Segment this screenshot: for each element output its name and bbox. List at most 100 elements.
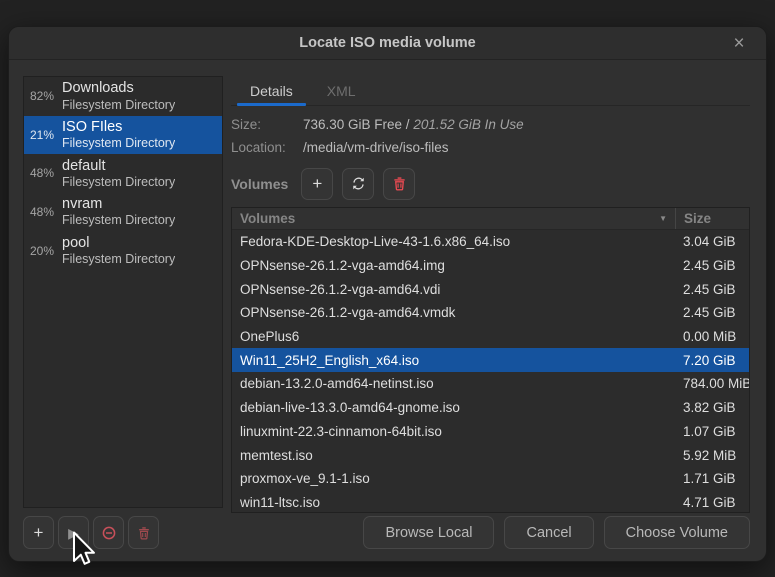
volume-name-cell: OnePlus6 [232,325,675,349]
stop-pool-button[interactable] [93,516,124,549]
storage-pool-list[interactable]: 82%DownloadsFilesystem Directory21%ISO F… [23,76,223,508]
pool-name: nvram [62,195,175,213]
refresh-volumes-button[interactable] [342,168,374,200]
pool-list-item[interactable]: 48%defaultFilesystem Directory [24,154,222,193]
delete-pool-button[interactable] [128,516,159,549]
dialog-title: Locate ISO media volume [299,35,475,51]
play-icon: ▶ [68,526,79,540]
volume-row[interactable]: OPNsense-26.1.2-vga-amd64.img2.45 GiB [232,254,749,278]
pool-name: Downloads [62,79,175,97]
pool-actions: + ▶ [23,516,159,549]
choose-volume-button[interactable]: Choose Volume [604,516,750,549]
tab-details[interactable]: Details [235,76,308,105]
volume-size-cell: 1.07 GiB [675,420,749,444]
size-row: Size: 736.30 GiB Free / 201.52 GiB In Us… [231,115,750,135]
volumes-toolbar: Volumes + [231,167,750,200]
pool-details-pane: Details XML Size: 736.30 GiB Free / 201.… [231,76,750,506]
volume-row[interactable]: Fedora-KDE-Desktop-Live-43-1.6.x86_64.is… [232,230,749,254]
pool-name: ISO FIles [62,118,175,136]
pool-usage-percent: 20% [30,244,62,258]
delete-volume-button[interactable] [383,168,415,200]
pool-usage-percent: 48% [30,205,62,219]
start-pool-button[interactable]: ▶ [58,516,89,549]
pool-type: Filesystem Directory [62,175,175,191]
volume-row[interactable]: win11-ltsc.iso4.71 GiB [232,491,749,513]
volume-table-header[interactable]: Volumes ▼ Size [232,208,749,230]
size-value: 736.30 GiB Free / 201.52 GiB In Use [303,115,524,135]
pool-name: default [62,157,175,175]
pool-type: Filesystem Directory [62,213,175,229]
pool-list-item[interactable]: 82%DownloadsFilesystem Directory [24,77,222,116]
plus-icon: + [312,175,322,192]
headerbar[interactable]: Locate ISO media volume × [9,27,766,60]
pool-name: pool [62,234,175,252]
volume-size-cell: 0.00 MiB [675,325,749,349]
location-label: Location: [231,138,303,158]
dialog-footer: + ▶ Browse Local Cancel Choose Volume [23,516,750,549]
volume-name-cell: linuxmint-22.3-cinnamon-64bit.iso [232,420,675,444]
volume-name-cell: debian-live-13.3.0-amd64-gnome.iso [232,396,675,420]
volume-name-cell: memtest.iso [232,443,675,467]
volume-row[interactable]: memtest.iso5.92 MiB [232,443,749,467]
volume-table[interactable]: Volumes ▼ Size Fedora-KDE-Desktop-Live-4… [231,207,750,513]
dialog-content: 82%DownloadsFilesystem Directory21%ISO F… [9,60,766,506]
pool-text: poolFilesystem Directory [62,234,175,268]
close-icon[interactable]: × [726,31,752,57]
pool-text: DownloadsFilesystem Directory [62,79,175,113]
volume-size-cell: 784.00 MiB [675,372,749,396]
volume-name-cell: win11-ltsc.iso [232,491,675,513]
pool-usage-percent: 82% [30,89,62,103]
pool-type: Filesystem Directory [62,98,175,114]
pool-text: nvramFilesystem Directory [62,195,175,229]
trash-icon [137,526,151,540]
location-value: /media/vm-drive/iso-files [303,138,449,158]
tab-xml[interactable]: XML [312,76,371,105]
volume-name-cell: OPNsense-26.1.2-vga-amd64.img [232,254,675,278]
stop-icon [101,525,117,541]
volume-row[interactable]: OnePlus60.00 MiB [232,325,749,349]
volume-row[interactable]: debian-live-13.3.0-amd64-gnome.iso3.82 G… [232,396,749,420]
volume-row[interactable]: OPNsense-26.1.2-vga-amd64.vmdk2.45 GiB [232,301,749,325]
volume-row[interactable]: linuxmint-22.3-cinnamon-64bit.iso1.07 Gi… [232,420,749,444]
pool-usage-percent: 48% [30,166,62,180]
trash-icon [392,176,407,191]
pool-type: Filesystem Directory [62,252,175,268]
volume-name-cell: Win11_25H2_English_x64.iso [232,348,675,372]
volume-size-cell: 3.82 GiB [675,396,749,420]
pool-type: Filesystem Directory [62,136,175,152]
size-in-use: 201.52 GiB In Use [413,117,523,132]
volume-size-cell: 4.71 GiB [675,491,749,513]
location-row: Location: /media/vm-drive/iso-files [231,138,750,158]
column-header-size[interactable]: Size [675,208,749,229]
sort-descending-icon[interactable]: ▼ [659,214,667,223]
cancel-button[interactable]: Cancel [504,516,593,549]
volume-size-cell: 5.92 MiB [675,443,749,467]
volume-size-cell: 2.45 GiB [675,254,749,278]
plus-icon: + [34,524,44,541]
pool-text: defaultFilesystem Directory [62,157,175,191]
dialog-buttons: Browse Local Cancel Choose Volume [363,516,750,549]
volume-size-cell: 1.71 GiB [675,467,749,491]
volume-row[interactable]: debian-13.2.0-amd64-netinst.iso784.00 Mi… [232,372,749,396]
pool-list-item[interactable]: 48%nvramFilesystem Directory [24,193,222,232]
add-pool-button[interactable]: + [23,516,54,549]
volume-table-body: Fedora-KDE-Desktop-Live-43-1.6.x86_64.is… [232,230,749,513]
volumes-heading: Volumes [231,176,288,192]
volume-size-cell: 2.45 GiB [675,277,749,301]
size-label: Size: [231,115,303,135]
pool-list-item[interactable]: 20%poolFilesystem Directory [24,231,222,270]
pool-usage-percent: 21% [30,128,62,142]
volume-row[interactable]: OPNsense-26.1.2-vga-amd64.vdi2.45 GiB [232,277,749,301]
add-volume-button[interactable]: + [301,168,333,200]
refresh-icon [351,176,366,191]
pool-text: ISO FIlesFilesystem Directory [62,118,175,152]
browse-local-button[interactable]: Browse Local [363,516,494,549]
pool-list-item[interactable]: 21%ISO FIlesFilesystem Directory [24,116,222,155]
volume-name-cell: proxmox-ve_9.1-1.iso [232,467,675,491]
volume-row[interactable]: Win11_25H2_English_x64.iso7.20 GiB [232,348,749,372]
tabbar: Details XML [231,76,750,106]
column-header-volumes[interactable]: Volumes ▼ [232,208,675,229]
volume-size-cell: 7.20 GiB [675,348,749,372]
volume-row[interactable]: proxmox-ve_9.1-1.iso1.71 GiB [232,467,749,491]
locate-iso-dialog: Locate ISO media volume × 82%DownloadsFi… [8,26,767,562]
